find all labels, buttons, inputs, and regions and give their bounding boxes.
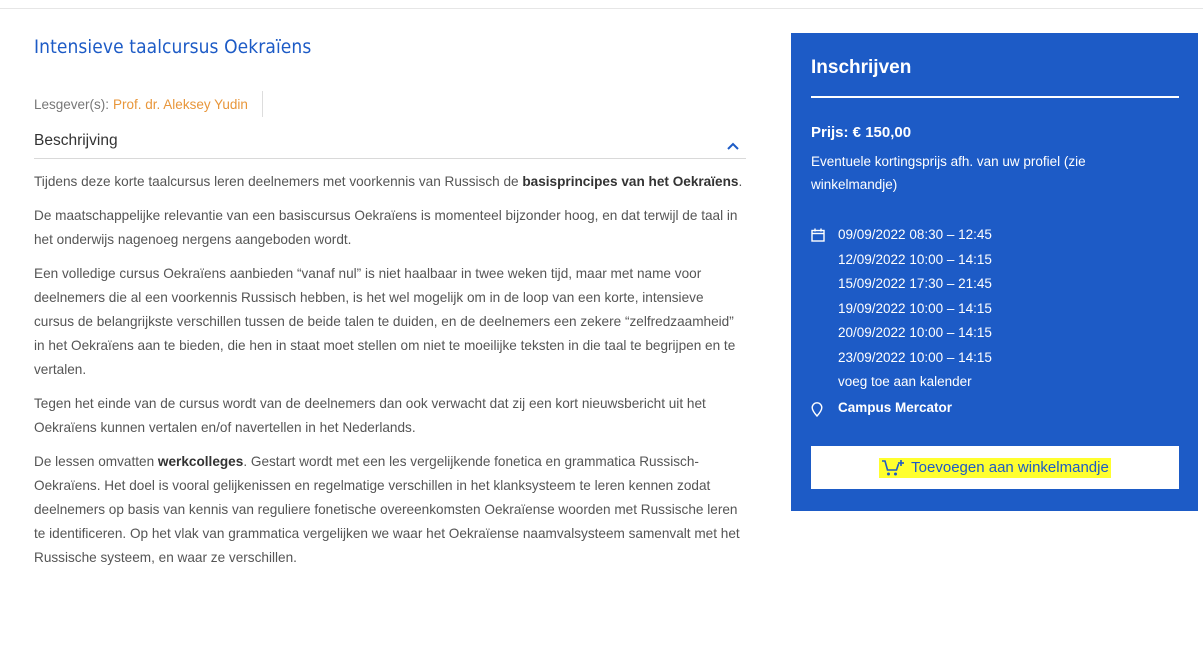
signup-panel: Inschrijven Prijs: € 150,00 Eventuele ko… <box>791 33 1198 511</box>
teacher-row: Lesgever(s): Prof. dr. Aleksey Yudin <box>34 91 746 117</box>
date-line: 15/09/2022 17:30 – 21:45 <box>838 276 992 291</box>
date-line: 19/09/2022 10:00 – 14:15 <box>838 300 992 316</box>
description-paragraph: De lessen omvatten werkcolleges. Gestart… <box>34 454 740 565</box>
course-main: Intensieve taalcursus Oekraïens Lesgever… <box>34 36 746 570</box>
top-divider <box>0 8 1203 9</box>
course-title: Intensieve taalcursus Oekraïens <box>34 36 312 58</box>
add-to-cart-button[interactable]: Toevoegen aan winkelmandje <box>811 446 1179 489</box>
chevron-up-icon[interactable] <box>724 137 742 155</box>
description-paragraph: De maatschappelijke relevantie van een b… <box>34 208 738 247</box>
calendar-icon <box>811 228 825 242</box>
map-pin-icon <box>811 402 823 417</box>
description-heading: Beschrijving <box>34 131 118 149</box>
bold-text: werkcolleges <box>157 454 244 469</box>
description-paragraph: Een volledige cursus Oekraïens aanbieden… <box>34 266 736 377</box>
signup-title: Inschrijven <box>811 57 912 78</box>
add-to-cart-label: Toevoegen aan winkelmandje <box>911 459 1109 476</box>
cart-add-icon <box>882 459 905 475</box>
teacher-link[interactable]: Prof. dr. Aleksey Yudin <box>113 97 248 112</box>
price: Prijs: € 150,00 <box>811 124 912 141</box>
description-paragraph: Tegen het einde van de cursus wordt van … <box>34 396 706 435</box>
discount-note: Eventuele kortingsprijs afh. van uw prof… <box>811 154 1086 192</box>
add-to-calendar-link[interactable]: voeg toe aan kalender <box>811 370 992 395</box>
teacher-label: Lesgever(s): <box>34 96 110 112</box>
session-dates: 09/09/2022 08:30 – 12:45 12/09/2022 10:0… <box>811 223 992 395</box>
vertical-divider <box>261 91 263 117</box>
button-highlight: Toevoegen aan winkelmandje <box>879 457 1111 478</box>
bold-text: basisprincipes van het Oekraïens <box>522 174 739 189</box>
date-line: 09/09/2022 08:30 – 12:45 <box>811 223 992 248</box>
date-line: 12/09/2022 10:00 – 14:15 <box>838 251 992 267</box>
description-paragraph: Tijdens deze korte taalcursus leren deel… <box>34 174 743 189</box>
location-label: Campus Mercator <box>838 400 953 415</box>
date-line: 20/09/2022 10:00 – 14:15 <box>838 325 992 340</box>
description-accordion-header[interactable]: Beschrijving <box>34 123 746 159</box>
date-line: 23/09/2022 10:00 – 14:15 <box>838 349 992 365</box>
signup-divider <box>811 96 1179 98</box>
location: Campus Mercator <box>811 400 953 417</box>
